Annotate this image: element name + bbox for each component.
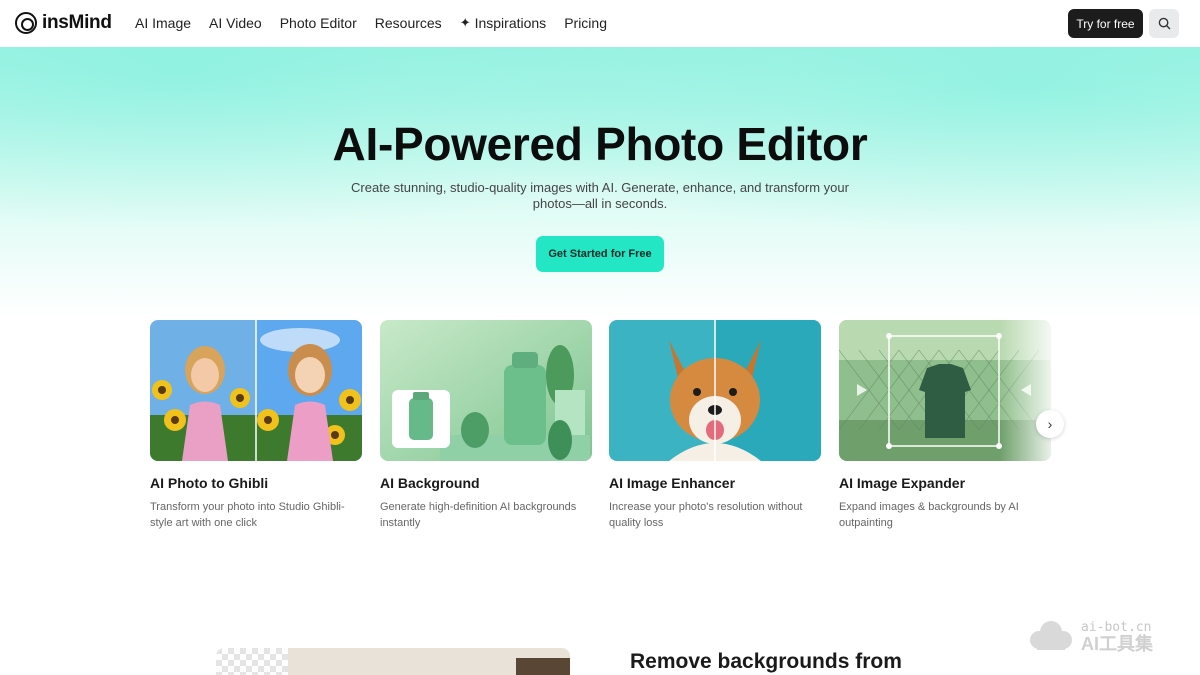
- card-title: AI Background: [380, 475, 480, 491]
- card-title: AI Image Expander: [839, 475, 966, 491]
- brand-logo[interactable]: insMind: [15, 12, 112, 34]
- card-description: Generate high-definition AI backgrounds …: [380, 501, 577, 529]
- menu-item-ai-video[interactable]: AI Video: [209, 15, 262, 31]
- menu-item-photo-editor[interactable]: Photo Editor: [280, 15, 357, 31]
- hero-title: AI-Powered Photo Editor: [332, 118, 868, 170]
- hero-subtitle: Create stunning, studio-quality images w…: [351, 180, 849, 211]
- feature-card-enhancer[interactable]: AI Image Enhancer Increase your photo's …: [609, 320, 821, 531]
- hero-section: AI-Powered Photo Editor Create stunning,…: [0, 47, 1200, 317]
- feature-card-background[interactable]: AI Background Generate high-definition A…: [380, 320, 592, 531]
- watermark-name: AI工具集: [1081, 634, 1153, 654]
- search-icon: [1158, 17, 1170, 30]
- menu-item-ai-image[interactable]: AI Image: [135, 15, 191, 31]
- card-description: Increase your photo's resolution without…: [609, 501, 803, 529]
- feature-card-ghibli[interactable]: AI Photo to Ghibli Transform your photo …: [150, 320, 362, 531]
- section-heading: Remove backgrounds from: [630, 650, 902, 673]
- carousel-next-button[interactable]: ›: [1036, 410, 1064, 438]
- top-navbar: insMind AI Image AI Video Photo Editor R…: [0, 0, 1200, 47]
- card-description: Transform your photo into Studio Ghibli-…: [150, 501, 345, 529]
- brand-name: insMind: [42, 12, 112, 33]
- menu-item-inspirations-label: Inspirations: [474, 15, 547, 31]
- watermark: ai-bot.cn AI工具集: [1025, 618, 1153, 654]
- card-title: AI Photo to Ghibli: [150, 475, 269, 491]
- card-description: Expand images & backgrounds by AI outpai…: [839, 501, 1019, 529]
- get-started-button[interactable]: Get Started for Free: [536, 236, 664, 272]
- remove-bg-preview-image: [216, 648, 570, 675]
- search-button[interactable]: [1149, 9, 1179, 38]
- background-preview-image: [380, 320, 592, 461]
- sparkle-icon: ✦: [459, 15, 471, 30]
- menu-item-pricing[interactable]: Pricing: [564, 15, 607, 31]
- try-for-free-button[interactable]: Try for free: [1068, 9, 1143, 38]
- main-menu: AI Image AI Video Photo Editor Resources…: [135, 15, 607, 31]
- menu-item-resources[interactable]: Resources: [375, 15, 442, 31]
- ghibli-preview-image: [150, 320, 362, 461]
- carousel-fade: [1000, 318, 1060, 464]
- card-title: AI Image Enhancer: [609, 475, 736, 491]
- menu-item-inspirations[interactable]: ✦ Inspirations: [460, 15, 547, 31]
- cloud-logo-icon: [1030, 621, 1072, 650]
- chevron-right-icon: ›: [1047, 416, 1053, 432]
- insmind-logo-icon: [15, 12, 37, 34]
- enhancer-preview-image: [609, 320, 821, 461]
